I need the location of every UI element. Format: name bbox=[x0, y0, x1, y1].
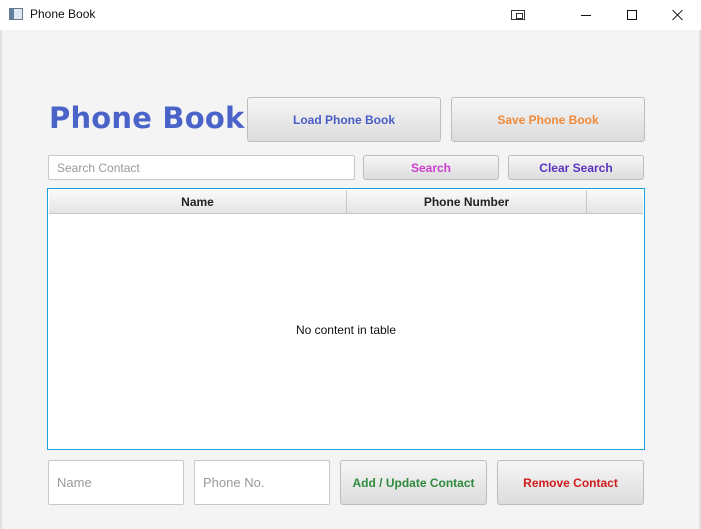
window-title: Phone Book bbox=[30, 7, 96, 21]
contacts-table[interactable]: Name Phone Number No content in table bbox=[47, 188, 645, 450]
clear-search-button[interactable]: Clear Search bbox=[508, 155, 644, 180]
table-header: Name Phone Number bbox=[49, 190, 643, 214]
maximize-button[interactable] bbox=[609, 0, 655, 30]
save-phone-book-button[interactable]: Save Phone Book bbox=[451, 97, 645, 142]
remove-contact-button[interactable]: Remove Contact bbox=[497, 460, 644, 505]
column-header-phone-number[interactable]: Phone Number bbox=[347, 190, 587, 214]
page-title: Phone Book bbox=[49, 101, 245, 135]
window-snap-button[interactable] bbox=[495, 0, 541, 30]
load-phone-book-button[interactable]: Load Phone Book bbox=[247, 97, 441, 142]
app-icon bbox=[9, 8, 23, 20]
phone-number-input[interactable] bbox=[194, 460, 330, 505]
name-input[interactable] bbox=[48, 460, 184, 505]
title-bar: Phone Book bbox=[0, 0, 701, 30]
search-button[interactable]: Search bbox=[363, 155, 499, 180]
minimize-button[interactable] bbox=[563, 0, 609, 30]
table-empty-message: No content in table bbox=[295, 323, 397, 337]
column-header-name[interactable]: Name bbox=[49, 190, 347, 214]
add-update-contact-button[interactable]: Add / Update Contact bbox=[340, 460, 487, 505]
close-button[interactable] bbox=[655, 0, 701, 30]
window-border-left bbox=[0, 30, 2, 529]
column-header-filler bbox=[587, 190, 643, 214]
minimize-icon bbox=[581, 14, 591, 16]
window-snap-icon bbox=[511, 10, 525, 20]
search-contact-input[interactable] bbox=[48, 155, 355, 180]
maximize-icon bbox=[627, 10, 637, 20]
close-icon bbox=[672, 9, 684, 21]
